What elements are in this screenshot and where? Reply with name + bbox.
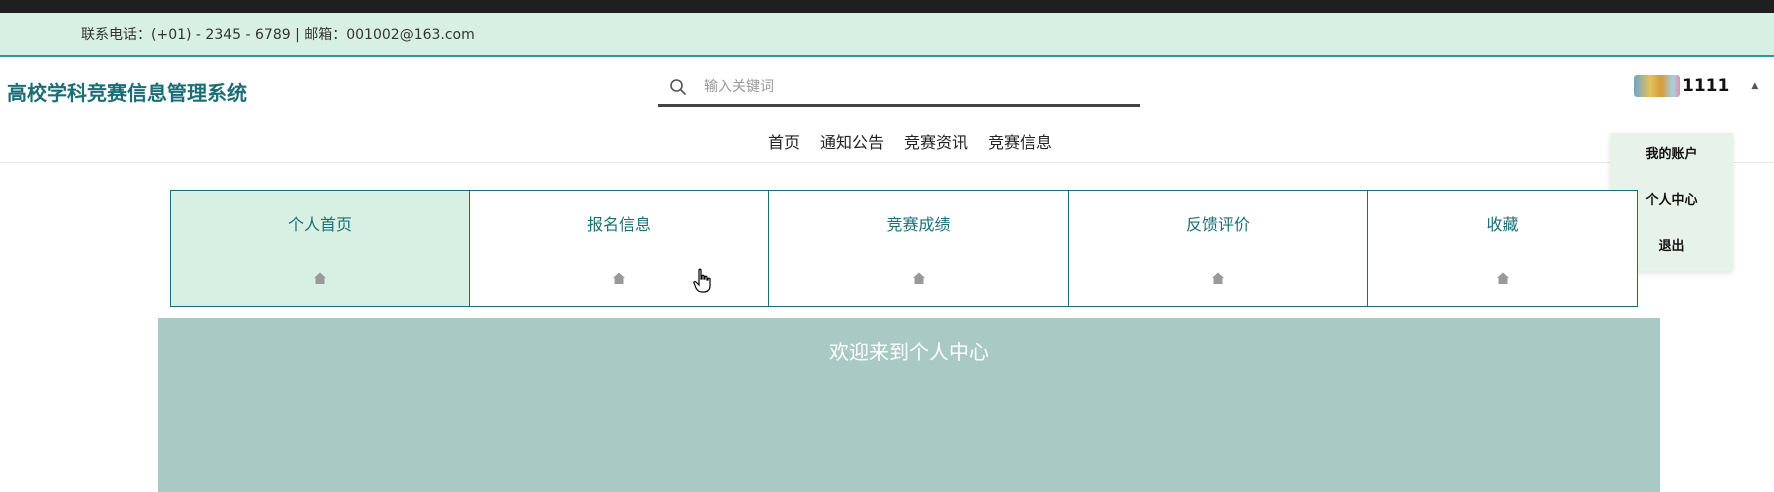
hand-cursor-icon [693, 268, 711, 293]
home-icon [1496, 272, 1509, 284]
main-nav: 首页 通知公告 竞赛资讯 竞赛信息 [768, 129, 1052, 153]
tab-registration-info[interactable]: 报名信息 [468, 190, 770, 307]
nav-item-news[interactable]: 竞赛资讯 [904, 129, 968, 153]
tab-label: 报名信息 [586, 215, 651, 234]
tab-personal-home[interactable]: 个人首页 [170, 190, 470, 307]
caret-up-icon[interactable]: ▲ [1751, 81, 1758, 91]
tab-favorites[interactable]: 收藏 [1367, 190, 1638, 307]
tab-competition-scores[interactable]: 竞赛成绩 [768, 190, 1069, 307]
welcome-banner: 欢迎来到个人中心 [158, 318, 1660, 492]
tab-label: 个人首页 [287, 215, 352, 234]
user-menu-toggle[interactable]: 1111 ▲ [1634, 75, 1758, 97]
nav-item-home[interactable]: 首页 [768, 129, 800, 153]
site-title[interactable]: 高校学科竞赛信息管理系统 [7, 77, 247, 106]
tab-label: 反馈评价 [1185, 215, 1250, 234]
contact-info: 联系电话：(+01) - 2345 - 6789 | 邮箱：001002@163… [81, 27, 475, 43]
home-icon [613, 272, 625, 284]
tab-feedback[interactable]: 反馈评价 [1067, 190, 1369, 307]
menu-item-my-account[interactable]: 我的账户 [1610, 147, 1733, 193]
tab-label: 收藏 [1486, 215, 1519, 234]
home-icon [1212, 272, 1224, 284]
home-icon [314, 272, 326, 284]
search-icon[interactable] [668, 77, 688, 97]
welcome-text: 欢迎来到个人中心 [829, 340, 989, 364]
home-icon [912, 272, 925, 284]
top-strip [0, 0, 1774, 13]
username[interactable]: 1111 [1682, 76, 1729, 96]
nav-item-notices[interactable]: 通知公告 [820, 129, 884, 153]
search-bar [658, 69, 1140, 107]
personal-tabs: 个人首页 报名信息 竞赛成绩 反馈评价 收藏 [170, 190, 1640, 307]
header: 高校学科竞赛信息管理系统 首页 通知公告 竞赛资讯 竞赛信息 1111 ▲ [0, 57, 1774, 163]
tab-label: 竞赛成绩 [886, 215, 951, 234]
nav-item-competitions[interactable]: 竞赛信息 [988, 129, 1052, 153]
contact-bar: 联系电话：(+01) - 2345 - 6789 | 邮箱：001002@163… [0, 13, 1774, 57]
avatar[interactable] [1634, 75, 1680, 97]
search-input[interactable] [702, 77, 1122, 96]
